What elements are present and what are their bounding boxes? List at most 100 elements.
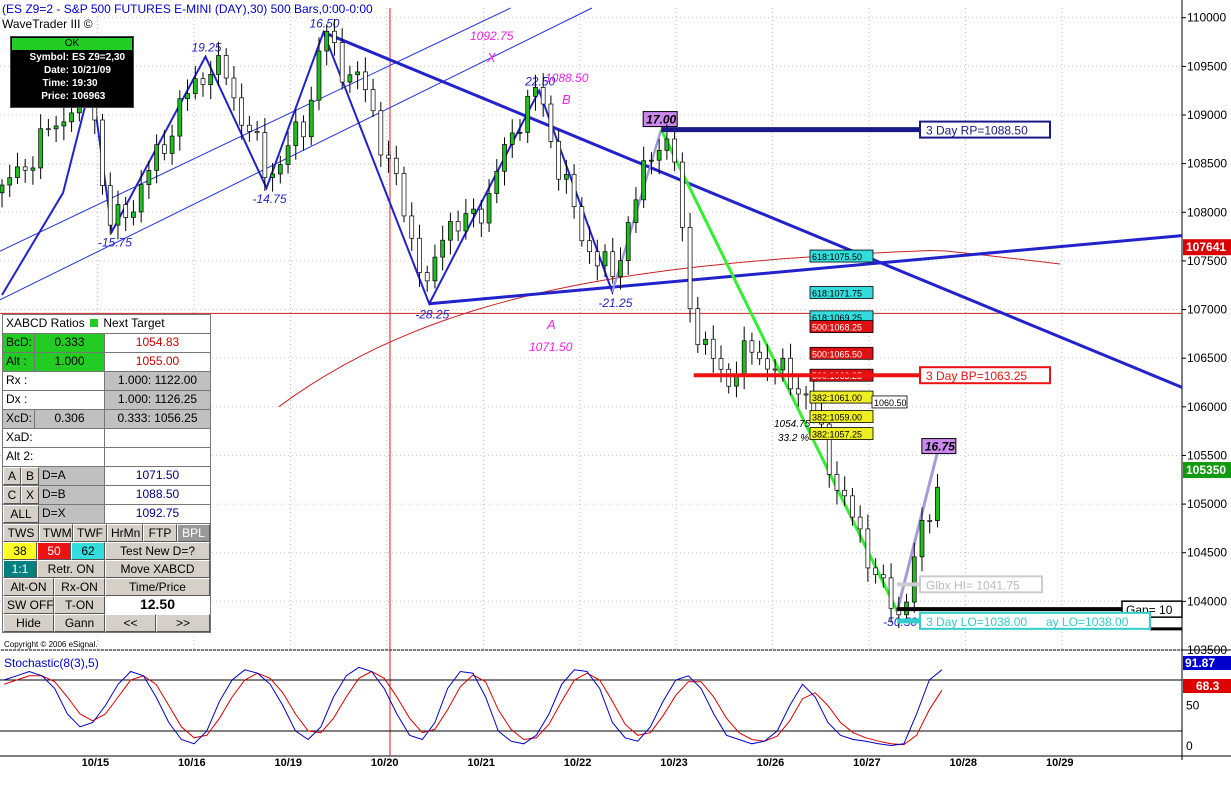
b-button[interactable]: B xyxy=(21,467,39,485)
lo-level-label: 3 Day LO=1038.00 xyxy=(926,615,1027,629)
ratio-62-button[interactable]: 62 xyxy=(71,542,105,560)
candle-body xyxy=(270,173,275,178)
tab-twm[interactable]: TWM xyxy=(39,524,73,542)
candle-body xyxy=(765,358,770,370)
ctrl-row-sw: SW OFF T-ON 12.50 xyxy=(3,596,210,614)
candle-body xyxy=(324,30,330,52)
candle-body xyxy=(649,159,654,162)
y-tick-label: 107000 xyxy=(1187,303,1227,317)
price-tag-label: 107641 xyxy=(1186,240,1226,254)
candle-body xyxy=(718,358,724,370)
pattern-point-label: 17.00 xyxy=(646,113,676,127)
ratio-row-xcd[interactable]: XcD: 0.306 0.333: 1056.25 xyxy=(3,410,210,429)
t-on-button[interactable]: T-ON xyxy=(54,596,105,614)
fib-level-label: 382:1061.00 xyxy=(812,393,862,403)
abc-row-dx[interactable]: ALL D=X 1092.75 xyxy=(3,505,210,524)
candle-body xyxy=(911,556,917,603)
ratio-row-alt2[interactable]: Alt 2: xyxy=(3,448,210,467)
candle-body xyxy=(850,495,855,518)
x-button[interactable]: X xyxy=(21,486,39,504)
x-tick-label: 10/28 xyxy=(950,757,978,769)
ratio-row-xad[interactable]: XaD: xyxy=(3,429,210,448)
candle-body xyxy=(162,144,167,154)
next-button[interactable]: >> xyxy=(156,614,210,632)
candle-body xyxy=(131,211,136,218)
candle-body xyxy=(262,132,268,178)
ratio-row-dx[interactable]: Dx : 1.000: 1126.25 xyxy=(3,391,210,410)
y-tick-label: 106500 xyxy=(1187,351,1227,365)
abc-row-db[interactable]: C X D=B 1088.50 xyxy=(3,486,210,505)
glbx-level-label: Glbx HI= 1041.75 xyxy=(926,578,1020,592)
move-xabcd-button[interactable]: Move XABCD xyxy=(105,560,210,578)
candle-body xyxy=(185,93,190,100)
tool-tabs: TWS TWM TWF HrMn FTP BPL xyxy=(3,524,210,542)
candle-body xyxy=(138,184,144,213)
rx-on-button[interactable]: Rx-ON xyxy=(54,578,105,596)
candle-body xyxy=(679,161,685,228)
candle-body xyxy=(726,368,732,387)
candle-body xyxy=(571,174,577,207)
tab-ftp[interactable]: FTP xyxy=(143,524,177,542)
candle-body xyxy=(865,528,871,569)
y-tick-label: 107500 xyxy=(1187,254,1227,268)
candle-body xyxy=(432,256,438,282)
test-new-d-button[interactable]: Test New D=? xyxy=(105,542,210,560)
ratio-1-1-button[interactable]: 1:1 xyxy=(3,560,37,578)
candle-body xyxy=(478,208,484,224)
all-button[interactable]: ALL xyxy=(3,505,39,523)
ratio-row-bcd[interactable]: BcD: 0.333 1054.83 xyxy=(3,334,210,353)
stoch-d-value: 68.3 xyxy=(1196,679,1220,693)
x-tick-label: 10/20 xyxy=(371,757,399,769)
a-button[interactable]: A xyxy=(3,467,21,485)
stoch-k-value: 91.87 xyxy=(1185,656,1215,670)
candle-body xyxy=(15,166,20,179)
sw-off-button[interactable]: SW OFF xyxy=(3,596,54,614)
candle-body xyxy=(494,170,500,194)
candle-body xyxy=(424,272,430,282)
candle-body xyxy=(192,78,198,94)
ok-status[interactable]: OK xyxy=(12,38,132,50)
candle-body xyxy=(587,240,592,253)
ratio-38-button[interactable]: 38 xyxy=(3,542,37,560)
candle-body xyxy=(548,103,554,142)
tab-twf[interactable]: TWF xyxy=(73,524,107,542)
hide-button[interactable]: Hide xyxy=(3,614,54,632)
candle-body xyxy=(22,166,28,171)
y-tick-label: 103500 xyxy=(1187,643,1227,657)
candle-body xyxy=(710,338,716,359)
c-button[interactable]: C xyxy=(3,486,21,504)
label-a-price: 1071.50 xyxy=(529,340,573,354)
y-tick-label: 109500 xyxy=(1187,59,1227,73)
gann-button[interactable]: Gann xyxy=(54,614,105,632)
tab-tws[interactable]: TWS xyxy=(3,524,39,542)
time-price-button[interactable]: Time/Price xyxy=(105,578,210,596)
candle-body xyxy=(695,308,701,345)
info-row-symbol: Symbol: ES Z9=2,30 xyxy=(29,52,126,63)
candle-body xyxy=(517,132,523,134)
tab-hrmn[interactable]: HrMn xyxy=(107,524,143,542)
prev-button[interactable]: << xyxy=(105,614,156,632)
ctrl-row-alt: Alt-ON Rx-ON Time/Price xyxy=(3,578,210,596)
y-tick-label: 105000 xyxy=(1187,497,1227,511)
tab-bpl[interactable]: BPL xyxy=(177,524,210,542)
info-row-date: Date: 10/21/09 xyxy=(43,65,111,76)
abc-row-da[interactable]: A B D=A 1071.50 xyxy=(3,467,210,486)
candle-body xyxy=(61,121,67,127)
candle-body xyxy=(741,340,747,375)
candle-body xyxy=(339,42,345,83)
x-tick-label: 10/15 xyxy=(82,757,110,769)
candle-body xyxy=(927,520,933,522)
candle-body xyxy=(880,574,886,579)
retr-on-button[interactable]: Retr. ON xyxy=(37,560,105,578)
pattern-point-label: -14.75 xyxy=(252,192,286,206)
candle-body xyxy=(795,388,801,395)
ratio-row-rx[interactable]: Rx : 1.000: 1122.00 xyxy=(3,372,210,391)
candle-body xyxy=(53,125,59,130)
chart-title: (ES Z9=2 - S&P 500 FUTURES E-MINI (DAY),… xyxy=(2,2,373,16)
fib-level-label: 500:1065.50 xyxy=(812,349,862,359)
ratio-row-alt[interactable]: Alt : 1.000 1055.00 xyxy=(3,353,210,372)
candle-body xyxy=(888,577,894,609)
alt-on-button[interactable]: Alt-ON xyxy=(3,578,54,596)
fib-level-label: 500:1068.25 xyxy=(812,323,862,333)
ratio-50-button[interactable]: 50 xyxy=(37,542,71,560)
